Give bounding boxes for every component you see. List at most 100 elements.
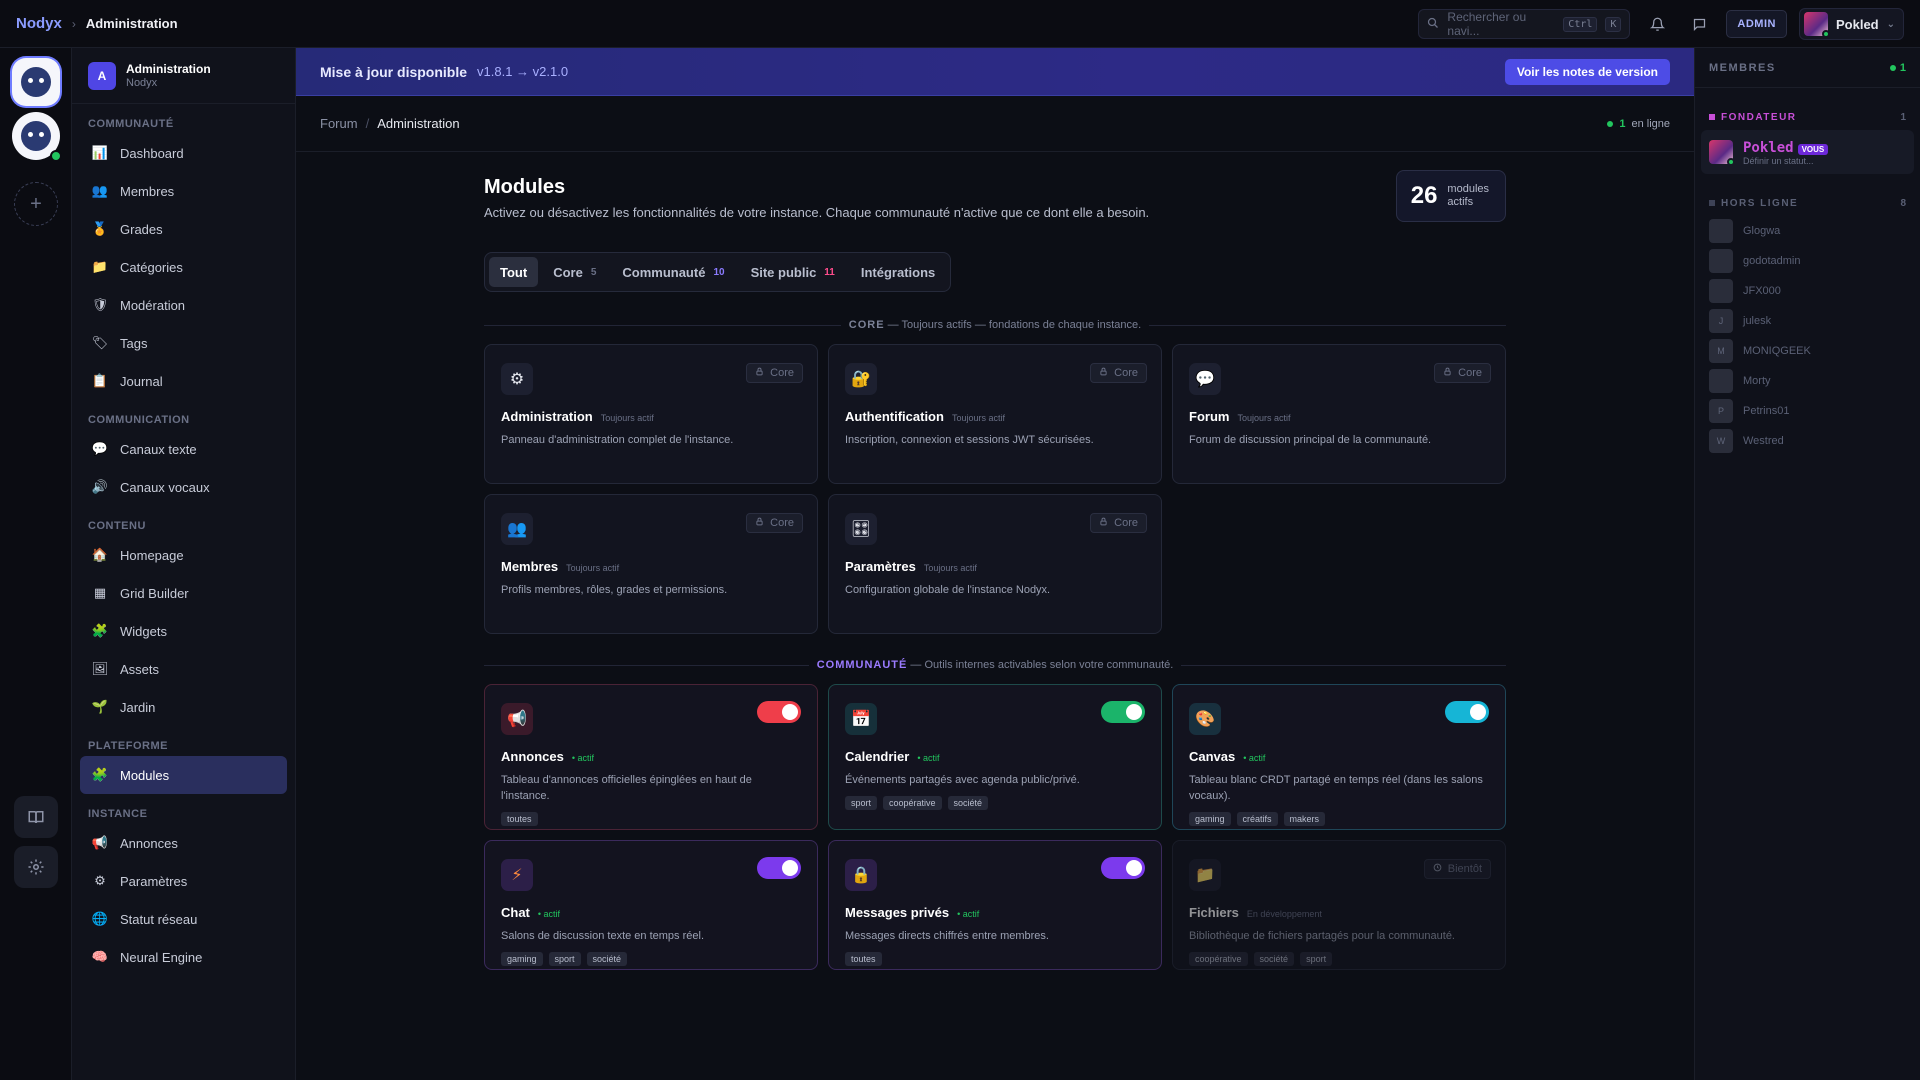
book-icon[interactable] [14, 796, 58, 838]
tab-count: 10 [713, 266, 725, 278]
core-badge-label: Core [770, 517, 794, 529]
sidebar-item-label: Canaux vocaux [120, 479, 210, 495]
offline-section-header: HORS LIGNE 8 [1695, 190, 1920, 216]
member-offline[interactable]: P Petrins01 [1701, 396, 1914, 426]
server-nodyx[interactable] [12, 112, 62, 162]
sidebar-item-neural-engine[interactable]: 🧠 Neural Engine [80, 938, 287, 976]
sidebar-item-icon: 🛡 [91, 297, 109, 312]
server-nodyx-active[interactable] [12, 58, 60, 106]
member-name: JFX000 [1743, 285, 1781, 297]
community-section-subtitle: — Outils internes activables selon votre… [907, 659, 1174, 671]
user-menu-button[interactable]: Pokled ⌄ [1798, 8, 1904, 40]
module-card: ⚡ Chat • actif Salons de discussion texte e… [484, 840, 818, 970]
robot-icon [21, 67, 51, 97]
sidebar-item-label: Statut réseau [120, 911, 198, 927]
module-toggle-switch[interactable] [757, 701, 801, 723]
module-card: 🎛 Core Paramètres Toujours actif Configurati… [828, 494, 1162, 634]
set-status-link[interactable]: Définir un statut... [1743, 156, 1828, 166]
sidebar-item-tags[interactable]: 🏷 Tags [80, 324, 287, 362]
offline-marker-icon [1709, 200, 1715, 206]
sidebar-item-label: Canaux texte [120, 441, 197, 457]
search-input[interactable]: Rechercher ou navi... Ctrl K [1418, 9, 1631, 39]
sidebar-item-param-tres[interactable]: ⚙ Paramètres [80, 862, 287, 900]
member-self[interactable]: Pokled VOUS Définir un statut... [1701, 130, 1914, 174]
sidebar-item-dashboard[interactable]: 📊 Dashboard [80, 134, 287, 172]
sidebar-item-homepage[interactable]: 🏠 Homepage [80, 536, 287, 574]
module-description: Événements partagés avec agenda public/p… [845, 774, 1080, 786]
sidebar-item-assets[interactable]: 🖼 Assets [80, 650, 287, 688]
member-offline[interactable]: godotadmin [1701, 246, 1914, 276]
avatar [1709, 249, 1733, 273]
tab-communaut-[interactable]: Communauté 10 [611, 257, 735, 287]
core-badge: Core [746, 513, 803, 533]
sidebar-item-statut-r-seau[interactable]: 🌐 Statut réseau [80, 900, 287, 938]
sidebar-item-modules[interactable]: 🧩 Modules [80, 756, 287, 794]
sidebar-section-label: INSTANCE [88, 808, 148, 820]
member-offline[interactable]: Jjulesk [1701, 306, 1914, 336]
notifications-bell-icon[interactable] [1642, 9, 1672, 39]
avatar [1709, 140, 1735, 166]
sidebar-item-label: Grades [120, 221, 163, 237]
core-badge: Core [1434, 363, 1491, 383]
module-toggle-switch[interactable] [1445, 701, 1489, 723]
add-server-button[interactable]: + [14, 182, 58, 226]
modules-header: Modules Activez ou désactivez les foncti… [484, 170, 1506, 236]
community-section-title: COMMUNAUTÉ [816, 659, 908, 671]
sidebar-item-grid-builder[interactable]: ▦ Grid Builder [80, 574, 287, 612]
module-toggle-switch[interactable] [1101, 857, 1145, 879]
sidebar-item-cat-gories[interactable]: 📁 Catégories [80, 248, 287, 286]
member-offline[interactable]: M MONIQGEEK [1701, 336, 1914, 366]
release-notes-button[interactable]: Voir les notes de version [1504, 58, 1670, 85]
sidebar-item-icon: 🏠 [91, 547, 109, 562]
sidebar-item-label: Membres [120, 183, 175, 199]
sidebar-item-widgets[interactable]: 🧩 Widgets [80, 612, 287, 650]
sidebar-item-jardin[interactable]: 🌱 Jardin [80, 688, 287, 726]
module-toggle-switch[interactable] [1101, 701, 1145, 723]
module-name: Administration Toujours actif [501, 409, 801, 424]
member-offline[interactable]: W Westred [1701, 426, 1914, 456]
module-title: Calendrier [845, 749, 910, 764]
update-banner-title: Mise à jour disponible [320, 63, 468, 80]
breadcrumb-forum-link[interactable]: Forum [320, 116, 358, 131]
member-offline[interactable]: JFX000 [1701, 276, 1914, 306]
sidebar-item-label: Neural Engine [120, 949, 203, 965]
module-status: Toujours actif [923, 563, 977, 573]
admin-badge[interactable]: ADMIN [1726, 10, 1787, 38]
active-modules-label: modules actifs [1447, 183, 1489, 208]
brand-logo[interactable]: Nodyx [16, 15, 62, 32]
avatar [1709, 219, 1733, 243]
member-offline[interactable]: Morty [1701, 366, 1914, 396]
module-description: Panneau d'administration complet de l'in… [501, 434, 734, 446]
module-name: Calendrier • actif [845, 749, 1145, 764]
online-status-dot [1821, 30, 1830, 38]
topbar-actions: Rechercher ou navi... Ctrl K ADMIN Pokle… [1418, 8, 1904, 40]
offline-members-list: Glogwa godotadmin JFX000 Jjulesk M MONIQGEEK M… [1695, 216, 1920, 456]
module-toggle-switch[interactable] [757, 857, 801, 879]
sidebar-item-annonces[interactable]: 📢 Annonces [80, 824, 287, 862]
messages-icon[interactable] [1684, 9, 1714, 39]
avatar: M [1709, 339, 1733, 363]
sidebar-item-canaux-texte[interactable]: 💬 Canaux texte [80, 430, 287, 468]
founder-section-header: FONDATEUR 1 [1695, 104, 1920, 130]
module-card: 📢 Annonces • actif Tableau d'annonces offic… [484, 684, 818, 830]
breadcrumb-separator: › [71, 16, 76, 31]
tab-tout[interactable]: Tout [489, 257, 539, 287]
module-status: Toujours actif [1237, 413, 1291, 423]
module-card: 🎨 Canvas • actif Tableau blanc CRDT partagé… [1172, 684, 1506, 830]
sidebar-item-label: Catégories [120, 259, 183, 275]
tab-core[interactable]: Core 5 [542, 257, 607, 287]
sidebar-item-journal[interactable]: 📋 Journal [80, 362, 287, 400]
tab-site-public[interactable]: Site public 11 [740, 257, 846, 287]
sidebar-item-grades[interactable]: 🏅 Grades [80, 210, 287, 248]
community-modules-grid: 📢 Annonces • actif Tableau d'annonces offic… [484, 684, 1506, 970]
module-status: • actif [957, 909, 980, 919]
sidebar-item-mod-ration[interactable]: 🛡 Modération [80, 286, 287, 324]
tab-int-grations[interactable]: Intégrations [850, 257, 946, 287]
sidebar-item-icon: 🏷 [91, 335, 109, 350]
members-panel: MEMBRES 1 FONDATEUR 1 Pokled VOUS Définir… [1694, 48, 1920, 1080]
sidebar-item-canaux-vocaux[interactable]: 🔊 Canaux vocaux [80, 468, 287, 506]
settings-gear-icon[interactable] [14, 846, 58, 888]
online-count: 1 [1619, 117, 1626, 130]
sidebar-item-membres[interactable]: 👥 Membres [80, 172, 287, 210]
member-offline[interactable]: Glogwa [1701, 216, 1914, 246]
